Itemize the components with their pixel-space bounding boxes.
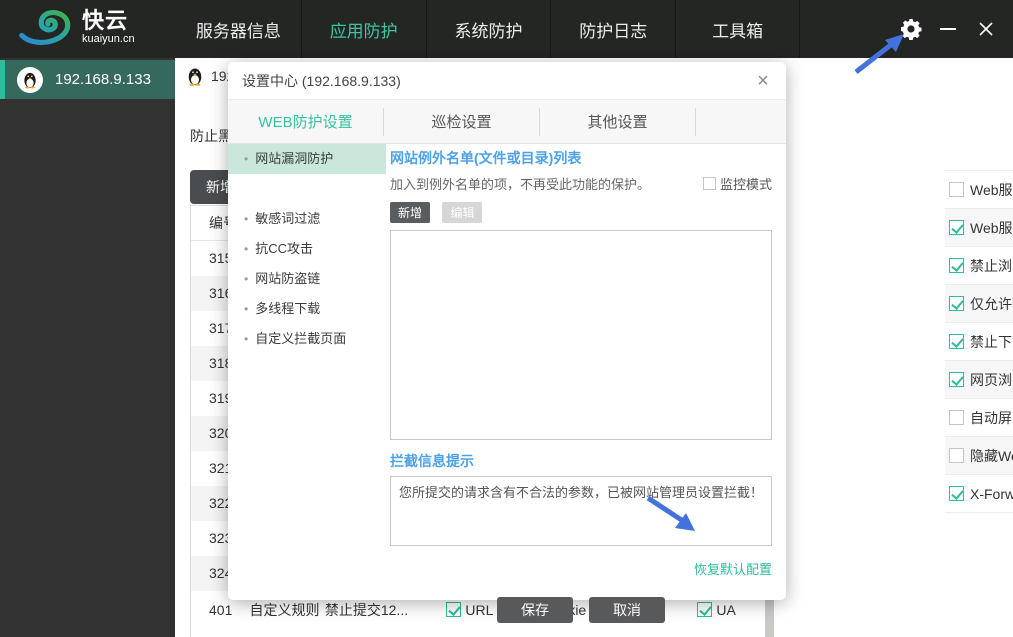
menu-item-custom-block-page[interactable]: 自定义拦截页面 <box>228 324 386 354</box>
exception-list-box[interactable] <box>390 230 772 440</box>
block-message-title: 拦截信息提示 <box>390 453 474 469</box>
settings-dialog: 设置中心 (192.168.9.133) × WEB防护设置 巡检设置 其他设置… <box>228 62 786 623</box>
checkbox-unchecked-icon[interactable] <box>949 448 964 463</box>
dialog-content: 网站例外名单(文件或目录)列表 加入到例外名单的项，不再受此功能的保护。 监控模… <box>390 144 772 623</box>
tab-inspection[interactable]: 巡检设置 <box>384 111 539 132</box>
exception-list-title: 网站例外名单(文件或目录)列表 <box>390 150 582 166</box>
item-label: 自动屏蔽扫描器 <box>970 409 1013 426</box>
list-item[interactable]: X-Forwarded-For防护 <box>945 475 1013 513</box>
item-label: X-Forwarded-For防护 <box>970 485 1013 502</box>
title-bar: 快云 kuaiyun.cn 服务器信息 应用防护 系统防护 防护日志 工具箱 <box>0 0 1013 58</box>
block-message-textarea[interactable]: 您所提交的请求含有不合法的参数，已被网站管理员设置拦截！ <box>390 476 772 546</box>
kuaiyun-swirl-icon <box>19 9 71 45</box>
close-icon <box>979 22 993 36</box>
tab-separator <box>695 107 696 136</box>
protection-items-list: Web服务器溢出攻击防护 Web服务器文件名解析漏洞防护 禁止浏览畸形文件 仅允… <box>945 170 1013 513</box>
minimize-button[interactable] <box>934 0 962 58</box>
checkbox-unchecked-icon[interactable] <box>702 177 716 190</box>
list-item[interactable]: Web服务器文件名解析漏洞防护 <box>945 209 1013 247</box>
item-label: 隐藏WebServer版本信息 <box>970 447 1013 464</box>
nav-system-protect[interactable]: 系统防护 <box>425 0 551 58</box>
close-button[interactable] <box>968 0 1004 58</box>
monitor-mode-checkbox[interactable]: 监控模式 <box>702 174 772 193</box>
nav-app-protect[interactable]: 应用防护 <box>300 0 426 58</box>
monitor-mode-label: 监控模式 <box>719 177 772 192</box>
checkbox-checked-icon[interactable] <box>949 258 964 273</box>
item-label: Web服务器文件名解析漏洞防护 <box>970 219 1013 236</box>
restore-default-link[interactable]: 恢复默认配置 <box>694 562 772 577</box>
tux-icon <box>188 68 202 86</box>
dialog-menu: 网站漏洞防护 敏感词过滤 抗CC攻击 网站防盗链 多线程下载 自定义拦截页面 <box>228 144 386 599</box>
settings-gear-button[interactable] <box>896 0 926 58</box>
edit-button-disabled[interactable]: 编辑 <box>442 202 483 223</box>
brand-name: 快云 <box>82 7 129 33</box>
item-label: 仅允许下列请求类型 <box>970 295 1013 312</box>
server-ip-label: 192.168.9.133 <box>55 71 151 88</box>
save-button[interactable]: 保存 <box>497 597 573 623</box>
menu-item-anti-leech[interactable]: 网站防盗链 <box>228 264 386 294</box>
item-label: Web服务器溢出攻击防护 <box>970 181 1013 198</box>
gear-icon <box>901 19 922 40</box>
list-item[interactable]: 隐藏WebServer版本信息设置 <box>945 437 1013 475</box>
dialog-close-button[interactable]: × <box>750 68 776 94</box>
list-item[interactable]: 仅允许下列请求类型设置 <box>945 285 1013 323</box>
checkbox-unchecked-icon[interactable] <box>949 410 964 425</box>
tab-web-protect[interactable]: WEB防护设置 <box>228 111 383 132</box>
menu-item-anti-cc[interactable]: 抗CC攻击 <box>228 234 386 264</box>
list-item[interactable]: 自动屏蔽扫描器 <box>945 399 1013 437</box>
nav-protect-log[interactable]: 防护日志 <box>550 0 675 58</box>
menu-item-multithread-download[interactable]: 多线程下载 <box>228 294 386 324</box>
menu-item-sensitive-words[interactable]: 敏感词过滤 <box>228 204 386 234</box>
list-item[interactable]: 网页浏览实时防护设置 <box>945 361 1013 399</box>
checkbox-checked-icon[interactable] <box>949 486 964 501</box>
brand-domain: kuaiyun.cn <box>82 32 135 45</box>
nav-server-info[interactable]: 服务器信息 <box>176 0 301 58</box>
add-button[interactable]: 新增 <box>390 202 430 223</box>
checkbox-checked-icon[interactable] <box>949 334 964 349</box>
item-label: 网页浏览实时防护 <box>970 371 1013 388</box>
nav-toolbox[interactable]: 工具箱 <box>675 0 800 58</box>
app-logo: 快云 kuaiyun.cn <box>18 6 135 48</box>
rule-type: 自定义规则 <box>249 601 320 618</box>
checkbox-checked-icon[interactable] <box>949 372 964 387</box>
cancel-button[interactable]: 取消 <box>589 597 665 623</box>
tab-other[interactable]: 其他设置 <box>540 111 695 132</box>
minimize-icon <box>940 28 956 30</box>
item-label: 禁止浏览畸形文件 <box>970 257 1013 274</box>
menu-item-vulnerability[interactable]: 网站漏洞防护 <box>228 144 386 174</box>
dialog-title: 设置中心 (192.168.9.133) <box>228 62 786 100</box>
main-nav: 服务器信息 应用防护 系统防护 防护日志 工具箱 <box>176 0 800 58</box>
list-item[interactable]: 禁止浏览畸形文件 <box>945 247 1013 285</box>
sidebar-item-server[interactable]: 192.168.9.133 <box>0 60 175 99</box>
item-label: 禁止下载特定类型文件 <box>970 333 1013 350</box>
checkbox-unchecked-icon[interactable] <box>949 182 964 197</box>
exception-list-hint: 加入到例外名单的项，不再受此功能的保护。 <box>390 177 651 192</box>
dialog-tabs: WEB防护设置 巡检设置 其他设置 <box>228 100 786 144</box>
rule-id: 401 <box>209 601 233 618</box>
checkbox-checked-icon[interactable] <box>949 296 964 311</box>
close-icon: × <box>757 69 769 92</box>
checkbox-checked-icon[interactable] <box>949 220 964 235</box>
tux-icon <box>17 66 43 93</box>
list-item[interactable]: Web服务器溢出攻击防护 <box>945 171 1013 209</box>
list-item[interactable]: 禁止下载特定类型文件设置 <box>945 323 1013 361</box>
server-sidebar: 192.168.9.133 <box>0 58 175 637</box>
